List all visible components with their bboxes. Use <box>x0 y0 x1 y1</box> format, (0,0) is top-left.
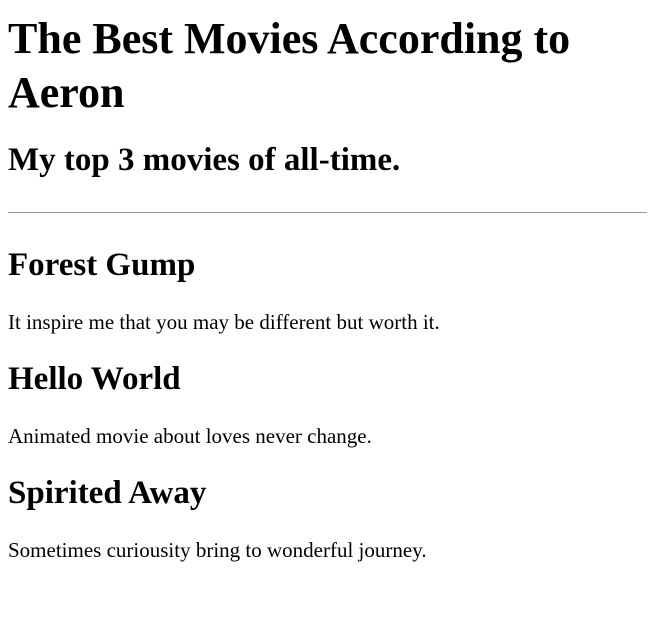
movie-entry-hello-world: Hello World Animated movie about loves n… <box>8 360 647 448</box>
divider <box>8 212 647 213</box>
movie-description: Animated movie about loves never change. <box>8 424 372 448</box>
page-subtitle: My top 3 movies of all-time. <box>8 142 401 178</box>
movie-title: Spirited Away <box>8 475 207 511</box>
page-content: The Best Movies According to Aeron My to… <box>0 12 655 562</box>
movie-entry-forest-gump: Forest Gump It inspire me that you may b… <box>8 246 647 334</box>
movie-title: Hello World <box>8 361 181 397</box>
movie-title: Forest Gump <box>8 247 196 283</box>
movie-description: It inspire me that you may be different … <box>8 310 440 334</box>
movie-description: Sometimes curiousity bring to wonderful … <box>8 538 427 562</box>
page-title: The Best Movies According to Aeron <box>8 14 571 117</box>
movie-entry-spirited-away: Spirited Away Sometimes curiousity bring… <box>8 474 647 562</box>
